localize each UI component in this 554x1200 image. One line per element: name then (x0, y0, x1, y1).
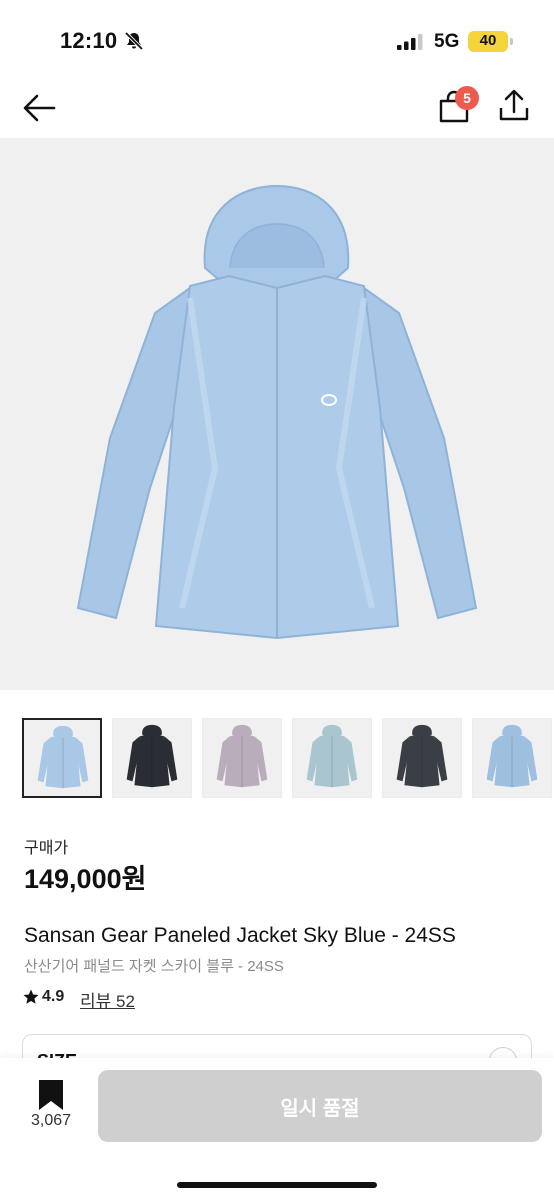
signal-icon (397, 34, 423, 50)
star-icon (23, 989, 39, 1004)
thumbnail-5[interactable] (382, 718, 462, 798)
share-icon[interactable] (494, 86, 534, 126)
thumbnail-1[interactable] (22, 718, 102, 798)
battery-cap (510, 38, 513, 45)
thumbnail-jacket (486, 724, 538, 788)
thumbnail-6[interactable] (472, 718, 552, 798)
thumbnail-3[interactable] (202, 718, 282, 798)
review-link[interactable]: 리뷰 52 (80, 987, 135, 1012)
product-hero-image[interactable] (0, 138, 554, 690)
product-title-ko: 산산기어 패널드 자켓 스카이 블루 - 24SS (24, 958, 284, 975)
home-indicator (177, 1182, 377, 1188)
thumbnail-4[interactable] (292, 718, 372, 798)
thumbnail-jacket (37, 725, 89, 789)
thumbnail-2[interactable] (112, 718, 192, 798)
status-bar: 12:10 5G 40 (0, 0, 554, 80)
thumbnail-jacket (216, 724, 268, 788)
product-title-en: Sansan Gear Paneled Jacket Sky Blue - 24… (24, 924, 456, 947)
thumbnail-jacket (396, 724, 448, 788)
thumbnail-jacket (126, 724, 178, 788)
battery-icon: 40 (468, 31, 508, 52)
soldout-button[interactable]: 일시 품절 (98, 1070, 542, 1142)
rating-value: 4.9 (42, 988, 65, 1005)
bookmark-icon[interactable] (37, 1080, 65, 1112)
thumbnail-jacket (306, 724, 358, 788)
cart-count-badge: 5 (455, 86, 479, 110)
bell-off-icon (124, 31, 144, 51)
battery-level: 40 (479, 32, 497, 49)
status-time: 12:10 (60, 28, 118, 53)
price: 149,000원 (24, 864, 147, 894)
bookmark-count: 3,067 (30, 1112, 72, 1129)
thumbnail-strip[interactable] (22, 718, 554, 798)
back-arrow-icon[interactable] (20, 88, 60, 128)
price-label: 구매가 (24, 840, 69, 857)
network-type: 5G (434, 31, 460, 52)
jacket-illustration (76, 184, 478, 640)
